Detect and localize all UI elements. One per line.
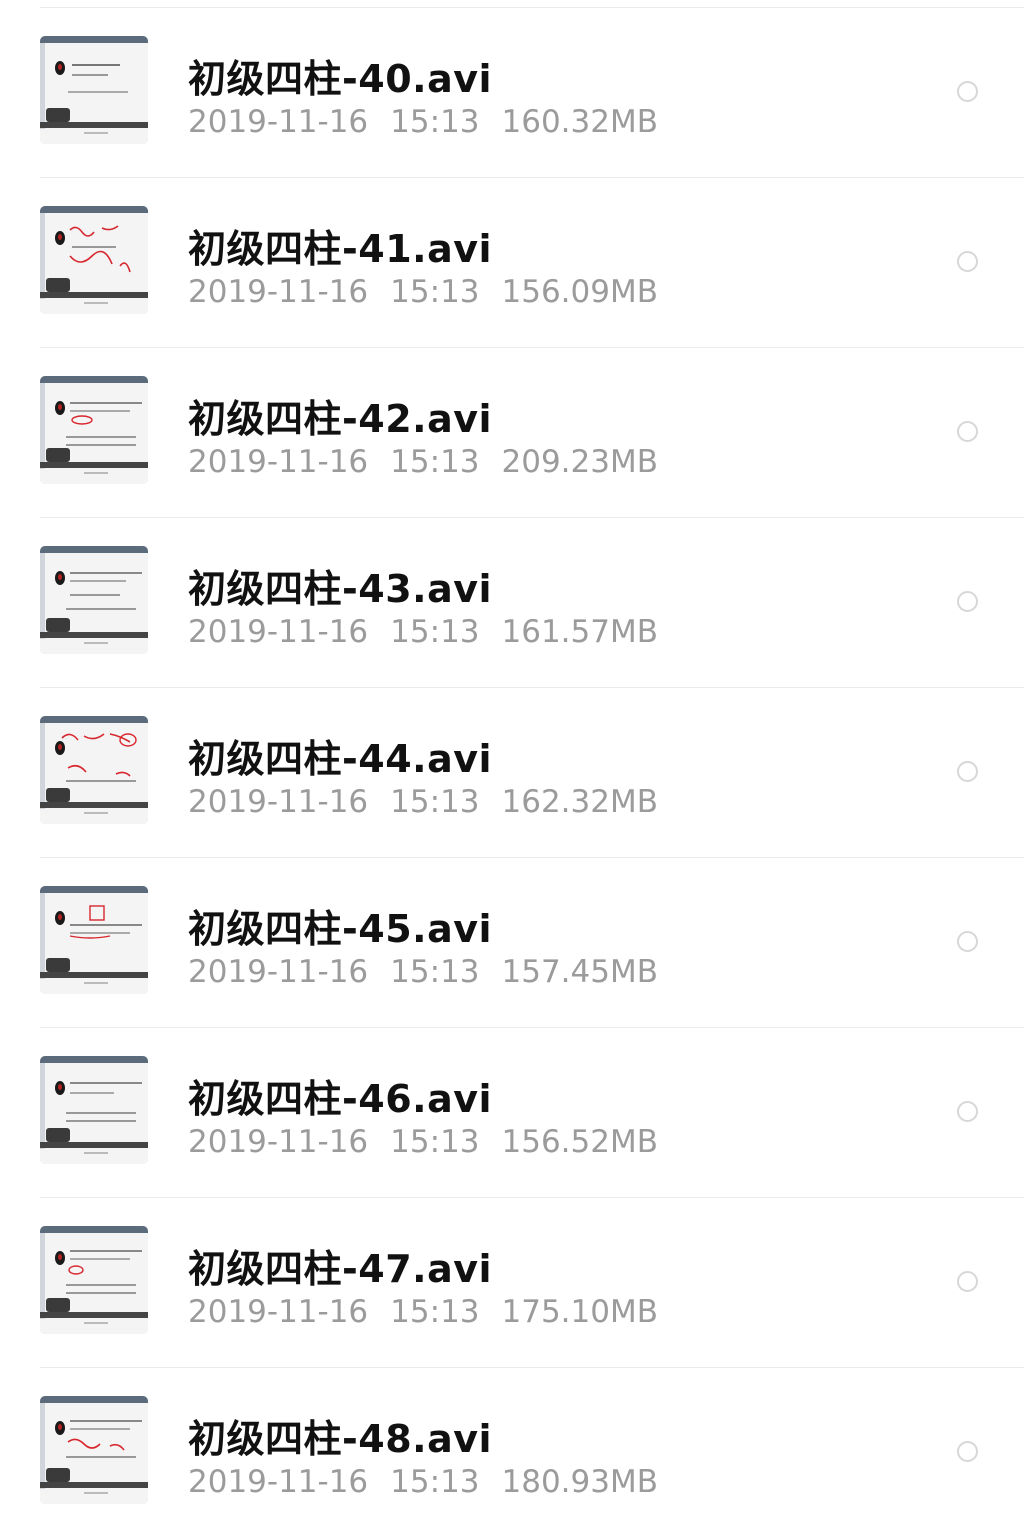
file-date: 2019-11-16 xyxy=(188,1294,369,1330)
file-size: 156.52MB xyxy=(501,1124,658,1160)
select-radio[interactable] xyxy=(957,1101,978,1122)
file-date: 2019-11-16 xyxy=(188,274,369,310)
file-meta: 2019-11-16 15:13 209.23MB xyxy=(188,444,680,480)
file-size: 161.57MB xyxy=(501,614,658,650)
select-radio[interactable] xyxy=(957,591,978,612)
file-date: 2019-11-16 xyxy=(188,954,369,990)
file-meta: 2019-11-16 15:13 160.32MB xyxy=(188,104,680,140)
file-name: 初级四柱-40.avi xyxy=(188,57,493,101)
file-time: 15:13 xyxy=(390,614,480,650)
file-size: 175.10MB xyxy=(501,1294,658,1330)
file-size: 157.45MB xyxy=(501,954,658,990)
file-time: 15:13 xyxy=(390,274,480,310)
file-date: 2019-11-16 xyxy=(188,104,369,140)
select-radio[interactable] xyxy=(957,931,978,952)
select-radio[interactable] xyxy=(957,761,978,782)
file-meta: 2019-11-16 15:13 180.93MB xyxy=(188,1464,680,1500)
file-row[interactable]: 初级四柱-43.avi 2019-11-16 15:13 161.57MB xyxy=(40,518,1024,688)
file-name: 初级四柱-46.avi xyxy=(188,1077,493,1121)
file-date: 2019-11-16 xyxy=(188,614,369,650)
file-name: 初级四柱-42.avi xyxy=(188,397,493,441)
file-name: 初级四柱-43.avi xyxy=(188,567,493,611)
file-time: 15:13 xyxy=(390,1464,480,1500)
file-time: 15:13 xyxy=(390,104,480,140)
file-meta: 2019-11-16 15:13 156.52MB xyxy=(188,1124,680,1160)
select-radio[interactable] xyxy=(957,1271,978,1292)
video-thumbnail-icon xyxy=(40,376,148,484)
file-date: 2019-11-16 xyxy=(188,1124,369,1160)
file-row[interactable]: 初级四柱-46.avi 2019-11-16 15:13 156.52MB xyxy=(40,1028,1024,1198)
file-row[interactable]: 初级四柱-48.avi 2019-11-16 15:13 180.93MB xyxy=(40,1368,1024,1537)
file-time: 15:13 xyxy=(390,444,480,480)
file-row[interactable]: 初级四柱-44.avi 2019-11-16 15:13 162.32MB xyxy=(40,688,1024,858)
file-row[interactable]: 初级四柱-47.avi 2019-11-16 15:13 175.10MB xyxy=(40,1198,1024,1368)
select-radio[interactable] xyxy=(957,421,978,442)
file-name: 初级四柱-45.avi xyxy=(188,907,493,951)
video-thumbnail-icon xyxy=(40,1226,148,1334)
select-radio[interactable] xyxy=(957,81,978,102)
file-meta: 2019-11-16 15:13 156.09MB xyxy=(188,274,680,310)
file-date: 2019-11-16 xyxy=(188,444,369,480)
file-size: 156.09MB xyxy=(501,274,658,310)
file-name: 初级四柱-48.avi xyxy=(188,1417,493,1461)
file-size: 180.93MB xyxy=(501,1464,658,1500)
video-thumbnail-icon xyxy=(40,1056,148,1164)
video-thumbnail-icon xyxy=(40,206,148,314)
file-date: 2019-11-16 xyxy=(188,1464,369,1500)
file-row[interactable]: 初级四柱-45.avi 2019-11-16 15:13 157.45MB xyxy=(40,858,1024,1028)
file-date: 2019-11-16 xyxy=(188,784,369,820)
select-radio[interactable] xyxy=(957,1441,978,1462)
file-row[interactable]: 初级四柱-41.avi 2019-11-16 15:13 156.09MB xyxy=(40,178,1024,348)
file-size: 162.32MB xyxy=(501,784,658,820)
file-size: 160.32MB xyxy=(501,104,658,140)
file-time: 15:13 xyxy=(390,1294,480,1330)
select-radio[interactable] xyxy=(957,251,978,272)
video-thumbnail-icon xyxy=(40,36,148,144)
file-name: 初级四柱-41.avi xyxy=(188,227,493,271)
file-meta: 2019-11-16 15:13 161.57MB xyxy=(188,614,680,650)
file-list: 初级四柱-40.avi 2019-11-16 15:13 160.32MB 初级四柱… xyxy=(0,7,1024,1537)
file-meta: 2019-11-16 15:13 175.10MB xyxy=(188,1294,680,1330)
file-name: 初级四柱-47.avi xyxy=(188,1247,493,1291)
file-row[interactable]: 初级四柱-42.avi 2019-11-16 15:13 209.23MB xyxy=(40,348,1024,518)
file-time: 15:13 xyxy=(390,784,480,820)
file-name: 初级四柱-44.avi xyxy=(188,737,493,781)
file-size: 209.23MB xyxy=(501,444,658,480)
file-time: 15:13 xyxy=(390,954,480,990)
file-meta: 2019-11-16 15:13 157.45MB xyxy=(188,954,680,990)
video-thumbnail-icon xyxy=(40,546,148,654)
video-thumbnail-icon xyxy=(40,1396,148,1504)
file-row[interactable]: 初级四柱-40.avi 2019-11-16 15:13 160.32MB xyxy=(40,8,1024,178)
video-thumbnail-icon xyxy=(40,716,148,824)
video-thumbnail-icon xyxy=(40,886,148,994)
file-time: 15:13 xyxy=(390,1124,480,1160)
file-meta: 2019-11-16 15:13 162.32MB xyxy=(188,784,680,820)
